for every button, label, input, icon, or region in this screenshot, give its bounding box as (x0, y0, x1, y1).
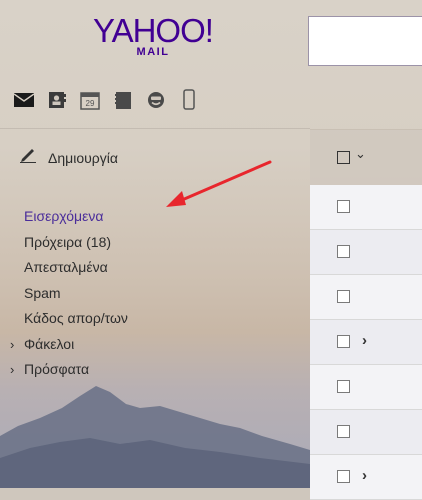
yahoo-mail-logo[interactable]: YAHOO! MAIL (68, 12, 238, 59)
compose-button[interactable]: Δημιουργία (18, 147, 118, 168)
mobile-icon[interactable] (179, 89, 199, 111)
message-row[interactable] (310, 410, 422, 455)
chevron-right-icon: › (10, 362, 15, 377)
chevron-right-icon[interactable]: › (362, 332, 367, 349)
sidebar-divider (0, 128, 310, 129)
folders-label: Φάκελοι (24, 335, 75, 352)
mountain-scenery (0, 386, 310, 488)
sidebar-item-spam[interactable]: Spam (10, 281, 128, 307)
recent-label: Πρόσφατα (24, 361, 90, 377)
search-input[interactable] (308, 16, 422, 66)
row-checkbox[interactable] (337, 245, 350, 258)
messenger-icon[interactable] (146, 89, 166, 111)
sidebar-item-sent[interactable]: Απεσταλμένα (10, 255, 128, 281)
calendar-icon[interactable]: 29 (80, 89, 100, 111)
mail-icon[interactable] (14, 89, 34, 111)
message-row[interactable] (310, 230, 422, 275)
row-checkbox[interactable] (337, 335, 350, 348)
sidebar-item-trash[interactable]: Κάδος απορ/των (10, 306, 128, 332)
compose-label: Δημιουργία (48, 149, 118, 166)
sidebar-item-recent[interactable]: › Πρόσφατα (10, 357, 128, 383)
message-row[interactable]: › (310, 320, 422, 365)
message-row[interactable] (310, 185, 422, 230)
message-rows: › › (310, 185, 422, 500)
folder-nav: Εισερχόμενα Πρόχειρα (18) Απεσταλμένα Sp… (10, 204, 128, 383)
chevron-right-icon: › (10, 336, 15, 352)
message-row[interactable] (310, 275, 422, 320)
app-icon-bar: 29 (14, 86, 199, 114)
message-list-toolbar: ⌄ (310, 129, 422, 186)
calendar-day: 29 (86, 99, 95, 108)
sidebar-item-inbox[interactable]: Εισερχόμενα (10, 204, 128, 230)
chevron-down-icon[interactable]: ⌄ (355, 146, 366, 162)
row-checkbox[interactable] (337, 425, 350, 438)
pencil-icon (18, 147, 38, 168)
message-list: ⌄ › › (310, 129, 422, 500)
sidebar-item-folders[interactable]: › Φάκελοι (10, 332, 128, 358)
chevron-right-icon[interactable]: › (362, 467, 367, 484)
row-checkbox[interactable] (337, 470, 350, 483)
sidebar-item-drafts[interactable]: Πρόχειρα (18) (10, 230, 128, 256)
logo-text: YAHOO! (93, 12, 214, 49)
row-checkbox[interactable] (337, 200, 350, 213)
row-checkbox[interactable] (337, 380, 350, 393)
select-all-checkbox[interactable] (337, 151, 350, 164)
notepad-icon[interactable] (113, 89, 133, 111)
row-checkbox[interactable] (337, 290, 350, 303)
message-row[interactable] (310, 365, 422, 410)
contacts-icon[interactable] (47, 89, 67, 111)
message-row[interactable]: › (310, 455, 422, 500)
